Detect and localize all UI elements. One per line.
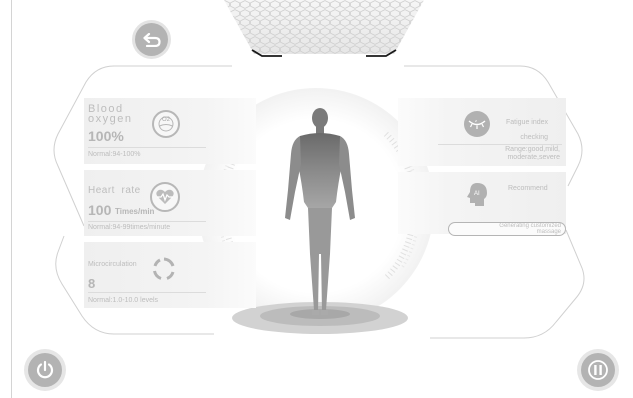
- recommend-title: Recommend: [508, 185, 548, 192]
- recommend-card: AI Recommend Generating customized massa…: [398, 172, 566, 236]
- microcirculation-title: Microcirculation: [88, 261, 137, 268]
- pause-button[interactable]: [581, 353, 615, 387]
- ai-icon-text: AI: [474, 191, 480, 197]
- eye-icon: z: [464, 111, 490, 137]
- microcirculation-card: Microcirculation 8 Normal:1.0-10.0 level…: [84, 242, 256, 308]
- ai-head-icon: AI: [466, 182, 488, 208]
- health-check-screen: Blood oxygen 100% Normal:94-100% O2 Hear…: [0, 0, 633, 398]
- power-icon: [36, 360, 54, 379]
- heart-pulse-icon: [150, 182, 180, 212]
- fatigue-card: z Fatigue index checking Range:good,mild…: [398, 98, 566, 166]
- heart-rate-unit: Times/min: [115, 207, 155, 216]
- human-body-figure: [285, 108, 355, 315]
- microcirculation-normal: Normal:1.0-10.0 levels: [88, 297, 159, 304]
- fatigue-title: Fatigue index checking: [506, 119, 549, 141]
- o2-icon-text: O2: [161, 117, 170, 123]
- recommend-status: Generating customized massage: [499, 223, 561, 235]
- microcirculation-value: 8: [88, 276, 96, 291]
- o2-icon: O2: [152, 110, 180, 138]
- blood-oxygen-normal: Normal:94-100%: [88, 151, 141, 158]
- blood-oxygen-value: 100%: [88, 128, 124, 144]
- power-button[interactable]: [28, 353, 62, 387]
- heart-rate-normal: Normal:94-99times/minute: [88, 224, 171, 231]
- blood-oxygen-card: Blood oxygen 100% Normal:94-100% O2: [84, 98, 256, 164]
- heart-rate-divider: [88, 221, 206, 222]
- heart-rate-title: Heart rate: [88, 185, 141, 196]
- heart-rate-value: 100: [88, 202, 112, 218]
- blood-oxygen-title: Blood oxygen: [88, 103, 133, 125]
- circulation-icon: [152, 257, 176, 281]
- recommend-status-pill: Generating customized massage: [448, 222, 566, 236]
- microcirculation-divider: [88, 292, 206, 293]
- heart-rate-card: Heart rate 100 Times/min Normal:94-99tim…: [84, 170, 256, 236]
- svg-text:z: z: [475, 118, 477, 123]
- pause-icon: [588, 360, 608, 380]
- blood-oxygen-divider: [88, 147, 206, 148]
- fatigue-range: Range:good,mild, moderate,severe: [505, 146, 560, 161]
- fatigue-divider: [438, 144, 562, 145]
